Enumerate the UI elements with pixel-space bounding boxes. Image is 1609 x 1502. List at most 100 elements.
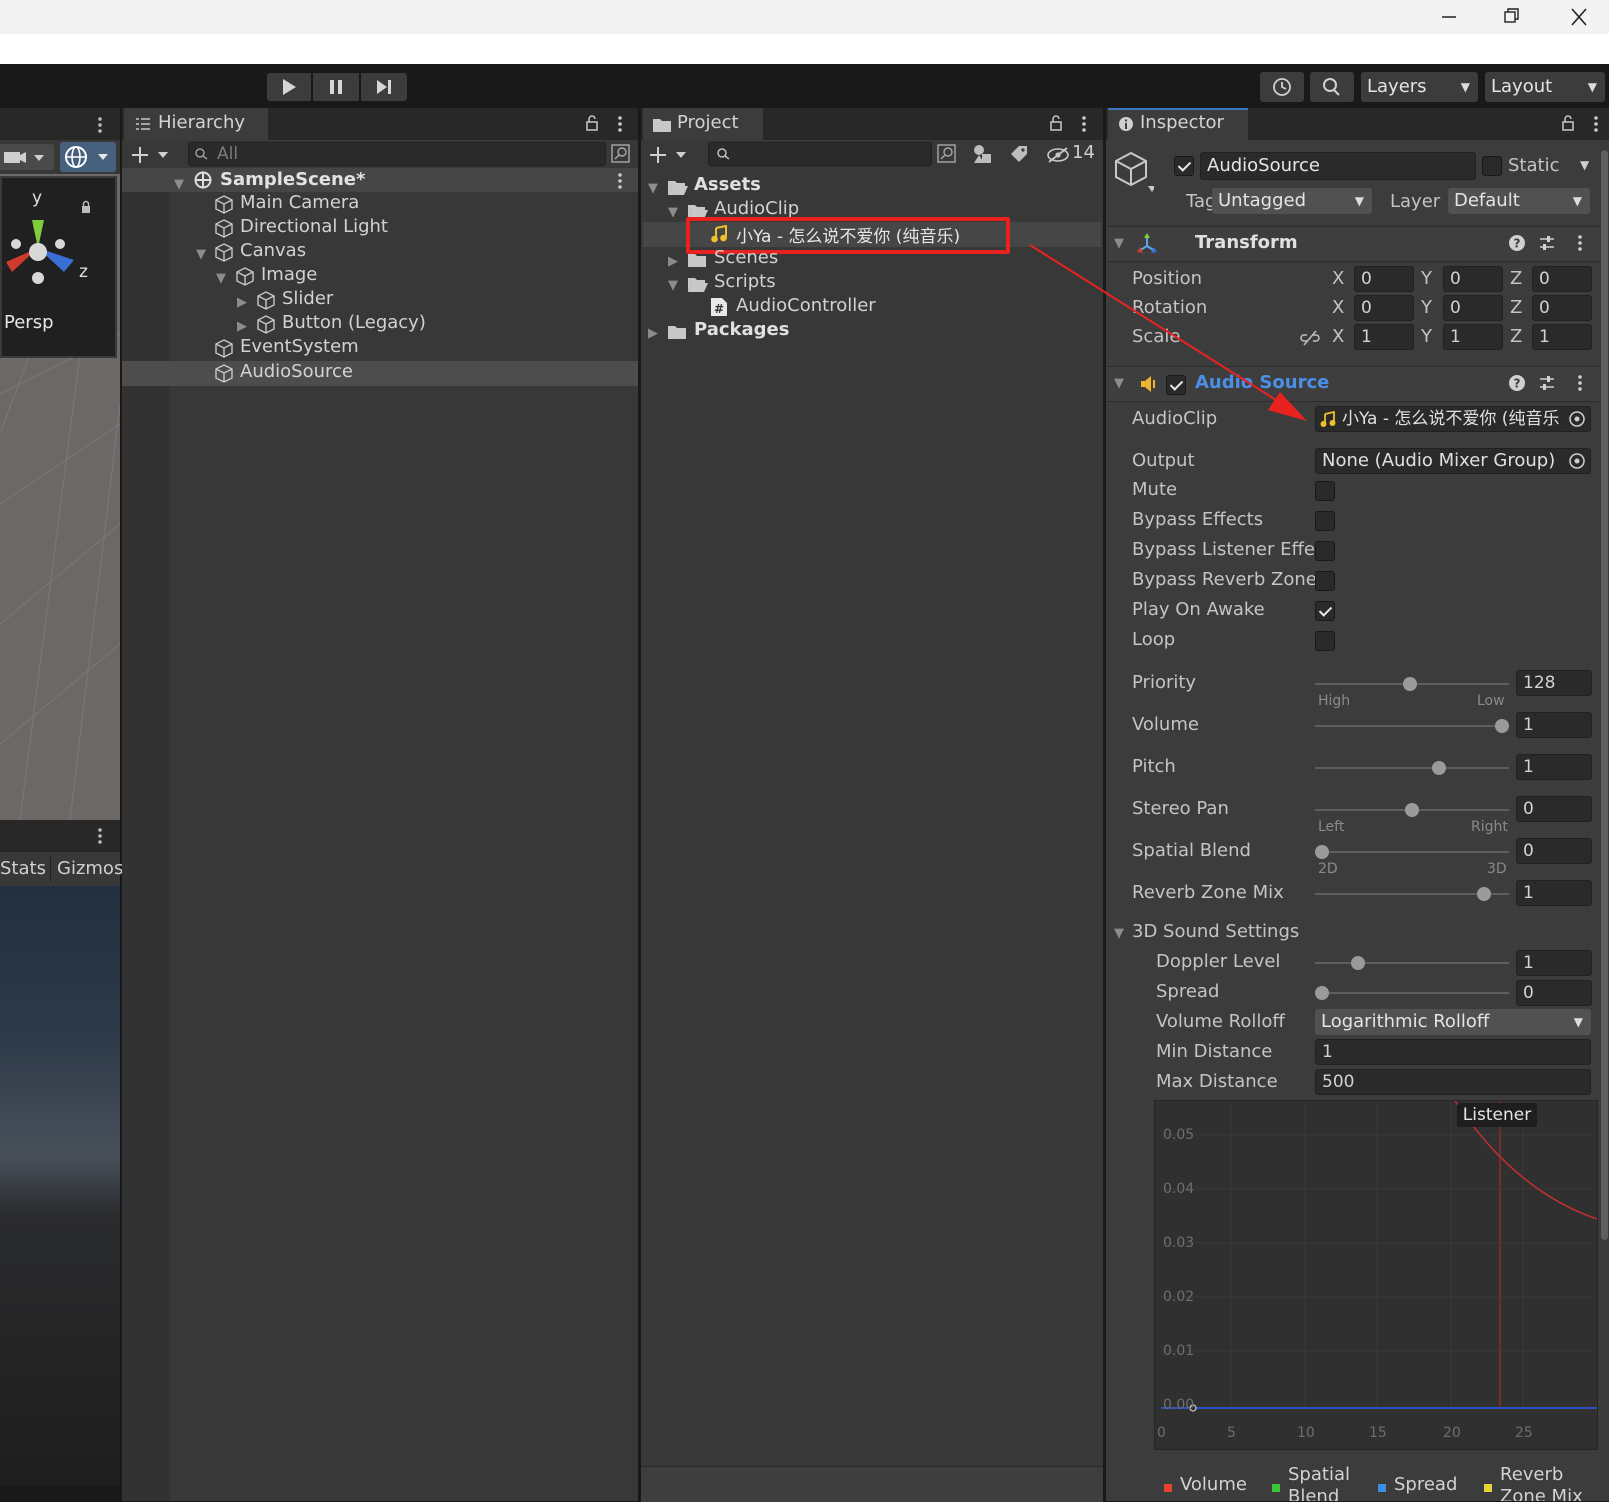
project-row-audio-controller[interactable]: # AudioController xyxy=(710,295,1090,319)
rotation-y-field[interactable]: 0 xyxy=(1443,295,1503,321)
expand-arrow[interactable]: ▼ xyxy=(668,200,678,221)
history-button[interactable] xyxy=(1260,72,1304,102)
bypass-listener-checkbox[interactable] xyxy=(1315,541,1335,561)
game-view[interactable] xyxy=(0,886,120,1486)
z-label[interactable]: Z xyxy=(1510,326,1522,347)
x-label[interactable]: X xyxy=(1332,326,1344,347)
audio-source-enabled-checkbox[interactable] xyxy=(1166,375,1186,395)
expand-arrow[interactable]: ▶ xyxy=(648,321,658,342)
collapse-arrow[interactable]: ▼ xyxy=(1114,376,1124,391)
position-z-field[interactable]: 0 xyxy=(1532,266,1592,292)
step-button[interactable] xyxy=(361,73,407,101)
project-row-packages[interactable]: ▶ Packages xyxy=(646,319,1086,343)
hierarchy-row-button[interactable]: ▶ Button (Legacy) xyxy=(235,312,635,336)
z-label[interactable]: Z xyxy=(1510,268,1522,289)
spread-field[interactable]: 0 xyxy=(1516,980,1592,1006)
max-distance-field[interactable]: 500 xyxy=(1315,1069,1591,1095)
search-button[interactable] xyxy=(1310,72,1354,102)
bypass-effects-checkbox[interactable] xyxy=(1315,511,1335,531)
legend-item-volume[interactable]: Volume xyxy=(1164,1458,1260,1501)
object-active-checkbox[interactable] xyxy=(1174,156,1194,176)
object-name-input[interactable]: AudioSource xyxy=(1200,152,1476,180)
project-row-scripts[interactable]: ▼ Scripts xyxy=(666,271,1086,295)
pitch-slider-handle[interactable] xyxy=(1432,761,1446,775)
pitch-slider-track[interactable] xyxy=(1315,767,1509,769)
rolloff-graph[interactable]: 0.05 0.04 0.03 0.02 0.01 0.00 0 5 10 15 … xyxy=(1154,1100,1598,1450)
scene-gizmo[interactable]: y z Persp xyxy=(0,176,117,358)
maximize-button[interactable] xyxy=(1488,0,1534,34)
rotation-label[interactable]: Rotation xyxy=(1132,297,1207,318)
legend-item-spread[interactable]: Spread xyxy=(1378,1458,1474,1501)
hierarchy-row-slider[interactable]: ▶ Slider xyxy=(235,288,635,312)
camera-dropdown[interactable] xyxy=(0,144,54,170)
lock-icon[interactable] xyxy=(1049,114,1063,132)
hierarchy-row-image[interactable]: ▼ Image xyxy=(214,264,634,288)
static-checkbox[interactable] xyxy=(1482,156,1502,176)
output-field[interactable]: None (Audio Mixer Group) xyxy=(1315,448,1591,474)
spread-slider-handle[interactable] xyxy=(1315,986,1329,1000)
z-label[interactable]: Z xyxy=(1510,297,1522,318)
layer-dropdown[interactable]: Default ▼ xyxy=(1448,188,1590,214)
object-picker-icon[interactable] xyxy=(1568,452,1586,470)
spatial-blend-field[interactable]: 0 xyxy=(1516,838,1592,864)
tag-dropdown[interactable]: Untagged ▼ xyxy=(1212,188,1372,214)
position-y-field[interactable]: 0 xyxy=(1443,266,1503,292)
minimize-button[interactable] xyxy=(1426,0,1472,34)
expand-arrow[interactable]: ▼ xyxy=(648,176,658,197)
doppler-field[interactable]: 1 xyxy=(1516,950,1592,976)
hierarchy-row-main-camera[interactable]: Main Camera xyxy=(214,192,634,216)
reverb-zone-mix-field[interactable]: 1 xyxy=(1516,880,1592,906)
hierarchy-row-eventsystem[interactable]: EventSystem xyxy=(214,336,634,360)
rotation-z-field[interactable]: 0 xyxy=(1532,295,1592,321)
help-icon[interactable]: ? xyxy=(1508,374,1526,392)
volume-slider-handle[interactable] xyxy=(1495,719,1509,733)
y-label[interactable]: Y xyxy=(1421,268,1432,289)
project-row-assets[interactable]: ▼ Assets xyxy=(646,174,1086,198)
volume-slider-track[interactable] xyxy=(1315,725,1509,727)
lock-icon[interactable] xyxy=(585,114,599,132)
pitch-field[interactable]: 1 xyxy=(1516,754,1592,780)
more-options-icon[interactable] xyxy=(1575,373,1585,393)
loop-checkbox[interactable] xyxy=(1315,631,1335,651)
hierarchy-tab[interactable]: Hierarchy xyxy=(124,108,268,140)
scale-x-field[interactable]: 1 xyxy=(1354,324,1414,350)
scale-y-field[interactable]: 1 xyxy=(1443,324,1503,350)
scale-z-field[interactable]: 1 xyxy=(1532,324,1592,350)
x-label[interactable]: X xyxy=(1332,268,1344,289)
play-button[interactable] xyxy=(267,73,311,101)
transform-header[interactable] xyxy=(1108,226,1604,262)
audioclip-field[interactable]: 小Ya - 怎么说不爱你 (纯音乐 xyxy=(1315,406,1591,432)
mute-checkbox[interactable] xyxy=(1315,481,1335,501)
scene-more-icon[interactable] xyxy=(615,171,625,191)
layout-dropdown[interactable]: Layout ▼ xyxy=(1485,72,1605,102)
gameobject-icon[interactable] xyxy=(1114,150,1154,194)
volume-field[interactable]: 1 xyxy=(1516,712,1592,738)
expand-arrow[interactable]: ▶ xyxy=(237,314,247,335)
scene-expand-arrow[interactable]: ▼ xyxy=(174,172,184,193)
game-more-icon[interactable] xyxy=(95,826,105,846)
more-options-icon[interactable] xyxy=(615,114,625,134)
more-options-icon[interactable] xyxy=(1591,114,1601,134)
stereo-pan-slider-handle[interactable] xyxy=(1405,803,1419,817)
lock-icon[interactable] xyxy=(1561,114,1575,132)
volume-rolloff-dropdown[interactable]: Logarithmic Rolloff ▼ xyxy=(1315,1009,1591,1035)
legend-item-spatial-blend[interactable]: Spatial Blend xyxy=(1272,1458,1368,1501)
y-label[interactable]: Y xyxy=(1421,326,1432,347)
expand-arrow[interactable]: ▼ xyxy=(668,273,678,294)
y-label[interactable]: Y xyxy=(1421,297,1432,318)
persp-label[interactable]: Persp xyxy=(4,312,54,333)
project-tab[interactable]: Project xyxy=(643,108,763,140)
audio-source-title[interactable]: Audio Source xyxy=(1195,372,1329,393)
constrain-proportions-icon[interactable] xyxy=(1300,330,1320,346)
more-options-icon[interactable] xyxy=(1575,233,1585,253)
filter-by-type-icon[interactable] xyxy=(972,143,994,165)
legend-item-reverb-zone-mix[interactable]: Reverb Zone Mix xyxy=(1484,1458,1594,1501)
doppler-slider-track[interactable] xyxy=(1315,962,1509,964)
scene-more-icon[interactable] xyxy=(95,115,105,135)
x-label[interactable]: X xyxy=(1332,297,1344,318)
close-button[interactable] xyxy=(1556,0,1602,34)
scale-label[interactable]: Scale xyxy=(1132,326,1180,347)
expand-arrow[interactable]: ▼ xyxy=(196,242,206,263)
pause-button[interactable] xyxy=(313,73,359,101)
play-on-awake-checkbox[interactable] xyxy=(1315,601,1335,621)
